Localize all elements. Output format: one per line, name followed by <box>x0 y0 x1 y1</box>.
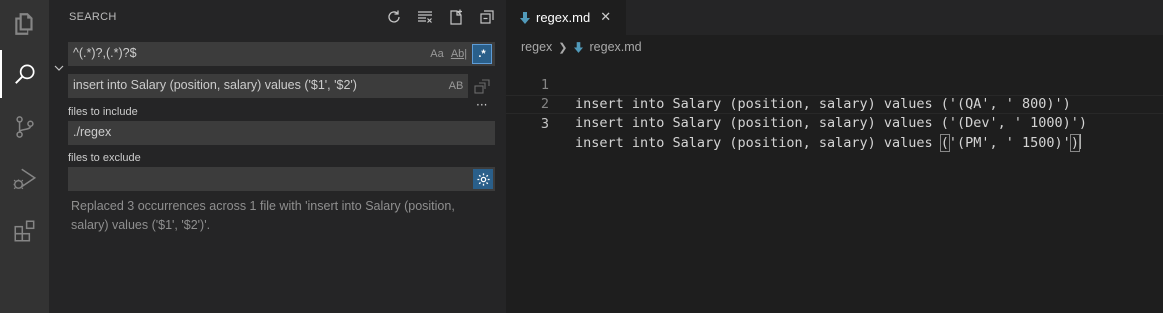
run-debug-button[interactable] <box>0 155 49 203</box>
clear-results-button[interactable] <box>414 7 436 27</box>
files-icon <box>14 13 33 35</box>
match-case-toggle[interactable]: Aa <box>428 45 446 63</box>
clear-all-icon <box>418 11 432 23</box>
sidebar-actions <box>383 7 498 27</box>
breadcrumb-folder[interactable]: regex <box>521 40 552 54</box>
refresh-icon <box>388 10 400 23</box>
tab-regex-md[interactable]: regex.md ✕ <box>506 0 626 35</box>
code-line-current: 3 insert into Salary (position, salary) … <box>506 95 1163 152</box>
replace-input[interactable]: insert into Salary (position, salary) va… <box>68 74 468 98</box>
preserve-case-toggle[interactable]: AB <box>447 77 465 95</box>
use-exclude-settings-button[interactable] <box>473 169 493 189</box>
search-input-value: ^(.*)?,(.*)?$ <box>73 46 137 60</box>
exclude-input[interactable] <box>68 167 495 191</box>
extensions-button[interactable] <box>0 207 49 255</box>
line-text: insert into Salary (position, salary) va… <box>575 115 1088 131</box>
code-line: 1 insert into Salary (position, salary) … <box>506 57 1163 112</box>
source-control-icon <box>15 116 34 138</box>
collapse-all-button[interactable] <box>476 7 498 27</box>
text-cursor <box>1078 134 1081 149</box>
exclude-label: files to exclude <box>68 152 141 164</box>
markdown-file-icon <box>573 41 583 53</box>
line-number: 3 <box>540 116 549 132</box>
include-input[interactable]: ./regex <box>68 121 495 145</box>
gear-icon <box>476 172 490 186</box>
editor-tabbar: regex.md ✕ <box>506 0 1163 35</box>
source-control-button[interactable] <box>0 103 49 151</box>
tab-label: regex.md <box>536 10 591 25</box>
regex-toggle[interactable]: .* <box>472 44 492 64</box>
whole-word-toggle[interactable]: Ab| <box>449 45 469 63</box>
debug-icon <box>13 168 36 190</box>
line-text-middle: '(PM', ' 1500)' <box>948 135 1071 151</box>
close-tab-button[interactable]: ✕ <box>600 10 611 25</box>
line-text-prefix: insert into Salary (position, salary) va… <box>575 135 941 151</box>
collapse-all-icon <box>480 10 494 24</box>
search-input[interactable]: ^(.*)?,(.*)?$ Aa Ab| .* <box>68 42 495 66</box>
chevron-right-icon: ❯ <box>558 41 568 54</box>
toggle-replace-chevron-icon[interactable] <box>53 62 65 74</box>
refresh-button[interactable] <box>383 7 405 27</box>
replace-input-value: insert into Salary (position, salary) va… <box>73 78 357 92</box>
line-text: insert into Salary (position, salary) va… <box>575 134 1081 153</box>
include-input-value: ./regex <box>73 125 112 139</box>
breadcrumb-file[interactable]: regex.md <box>590 40 642 54</box>
toggle-search-details-button[interactable]: ··· <box>476 98 487 112</box>
search-icon <box>14 64 35 84</box>
breadcrumb: regex ❯ regex.md <box>521 38 642 56</box>
explorer-button[interactable] <box>0 0 49 48</box>
activity-bar <box>0 0 49 313</box>
markdown-file-icon <box>520 11 530 24</box>
code-line: 2 insert into Salary (position, salary) … <box>506 76 1163 131</box>
include-label: files to include <box>68 106 138 118</box>
matching-bracket-close: ) <box>1069 134 1080 152</box>
sidebar-title: SEARCH <box>69 11 117 23</box>
new-file-icon <box>450 9 462 25</box>
search-view-button[interactable] <box>0 50 49 98</box>
extensions-icon <box>13 220 34 242</box>
new-search-editor-button[interactable] <box>445 7 467 27</box>
replace-all-icon[interactable] <box>474 79 490 95</box>
replace-result-message: Replaced 3 occurrences across 1 file wit… <box>71 199 455 232</box>
matching-bracket-open: ( <box>939 134 950 152</box>
search-sidebar: SEARCH ^(.*)?,(.*)?$ Aa Ab| .* insert in… <box>49 0 506 313</box>
